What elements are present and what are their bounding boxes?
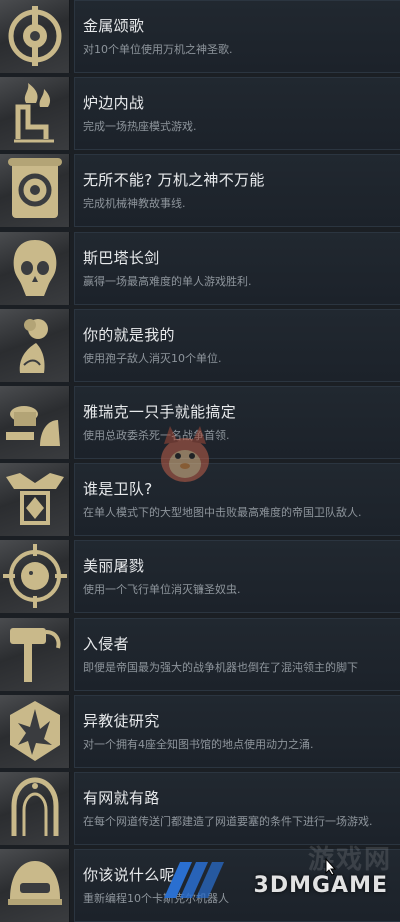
achievement-panel: 雅瑞克一只手就能搞定使用总政委杀死一名战争首领.: [74, 386, 400, 459]
achievement-row: 谁是卫队? 在单人模式下的大型地图中击败最高难度的帝国卫队敌人.: [0, 463, 400, 536]
achievement-panel: 异教徒研究对一个拥有4座全知图书馆的地点使用动力之涌.: [74, 695, 400, 768]
crosshair-beast-icon: [0, 540, 70, 613]
achievement-title: 你该说什么呢: [83, 866, 175, 884]
achievement-row: 斯巴塔长剑赢得一场最高难度的单人游戏胜利.: [0, 232, 400, 305]
achievement-title: 异教徒研究: [83, 712, 160, 730]
achievement-panel: 炉边内战完成一场热座模式游戏.: [74, 77, 400, 150]
achievement-title: 斯巴塔长剑: [83, 249, 160, 267]
commissar-icon: [0, 386, 70, 459]
hexagon-shatter-icon: [0, 695, 70, 768]
achievement-title: 有网就有路: [83, 789, 160, 807]
fire-chair-icon: [0, 77, 70, 150]
achievement-description: 使用总政委杀死一名战争首领.: [83, 429, 230, 442]
achievement-panel: 你的就是我的使用孢子敌人消灭10个单位.: [74, 309, 400, 382]
helmet-icon: [0, 849, 70, 922]
mouse-cursor-icon: [325, 858, 337, 876]
achievement-description: 对一个拥有4座全知图书馆的地点使用动力之涌.: [83, 738, 314, 751]
skull-icon: [0, 232, 70, 305]
achievement-row: 无所不能? 万机之神不万能完成机械神教故事线.: [0, 154, 400, 227]
achievement-panel: 有网就有路在每个网道传送门都建造了网道要塞的条件下进行一场游戏.: [74, 772, 400, 845]
guard-emblem-icon: [0, 463, 70, 536]
achievement-description: 在单人模式下的大型地图中击败最高难度的帝国卫队敌人.: [83, 506, 362, 519]
achievement-row: 有网就有路在每个网道传送门都建造了网道要塞的条件下进行一场游戏.: [0, 772, 400, 845]
achievement-description: 完成机械神教故事线.: [83, 197, 186, 210]
achievement-panel: 美丽屠戮使用一个飞行单位消灭镰圣奴虫.: [74, 540, 400, 613]
achievement-row: 金属颂歌对10个单位使用万机之神圣歌.: [0, 0, 400, 73]
hammer-icon: [0, 618, 70, 691]
achievement-description: 重新编程10个卡斯克尔机器人: [83, 892, 229, 905]
achievement-row: 美丽屠戮使用一个飞行单位消灭镰圣奴虫.: [0, 540, 400, 613]
achievement-list: 金属颂歌 对10个单位使用万机之神圣歌. 炉边内战 完成一场热座模式游戏. 无所不能? …: [0, 0, 400, 922]
flower-hand-icon: [0, 309, 70, 382]
achievement-title: 炉边内战: [83, 94, 145, 112]
achievement-title: 无所不能? 万机之神不万能: [83, 171, 265, 189]
achievement-title: 谁是卫队?: [83, 480, 153, 498]
achievement-title: 美丽屠戮: [83, 557, 145, 575]
achievement-title: 金属颂歌: [83, 17, 145, 35]
achievement-panel: 谁是卫队? 在单人模式下的大型地图中击败最高难度的帝国卫队敌人.: [74, 463, 400, 536]
achievement-title: 入侵者: [83, 635, 129, 653]
achievement-row: 你该说什么呢重新编程10个卡斯克尔机器人: [0, 849, 400, 922]
achievement-panel: 斯巴塔长剑赢得一场最高难度的单人游戏胜利.: [74, 232, 400, 305]
achievement-title: 你的就是我的: [83, 326, 175, 344]
achievement-title: 雅瑞克一只手就能搞定: [83, 403, 237, 421]
achievement-panel: 无所不能? 万机之神不万能完成机械神教故事线.: [74, 154, 400, 227]
webway-arch-icon: [0, 772, 70, 845]
gear-skull-icon: [0, 0, 70, 73]
achievement-description: 使用孢子敌人消灭10个单位.: [83, 352, 222, 365]
achievement-description: 即便是帝国最为强大的战争机器也倒在了混沌领主的脚下: [83, 661, 358, 674]
achievement-panel: 你该说什么呢重新编程10个卡斯克尔机器人: [74, 849, 400, 922]
achievement-panel: 金属颂歌对10个单位使用万机之神圣歌.: [74, 0, 400, 73]
achievement-description: 对10个单位使用万机之神圣歌.: [83, 43, 233, 56]
achievement-row: 入侵者即便是帝国最为强大的战争机器也倒在了混沌领主的脚下: [0, 618, 400, 691]
scroll-gear-icon: [0, 154, 70, 227]
achievement-row: 雅瑞克一只手就能搞定使用总政委杀死一名战争首领.: [0, 386, 400, 459]
achievement-description: 使用一个飞行单位消灭镰圣奴虫.: [83, 583, 241, 596]
achievement-description: 赢得一场最高难度的单人游戏胜利.: [83, 275, 252, 288]
achievement-panel: 入侵者即便是帝国最为强大的战争机器也倒在了混沌领主的脚下: [74, 618, 400, 691]
achievement-description: 在每个网道传送门都建造了网道要塞的条件下进行一场游戏.: [83, 815, 373, 828]
achievement-description: 完成一场热座模式游戏.: [83, 120, 197, 133]
achievement-row: 异教徒研究对一个拥有4座全知图书馆的地点使用动力之涌.: [0, 695, 400, 768]
achievement-row: 你的就是我的使用孢子敌人消灭10个单位.: [0, 309, 400, 382]
achievement-row: 炉边内战完成一场热座模式游戏.: [0, 77, 400, 150]
